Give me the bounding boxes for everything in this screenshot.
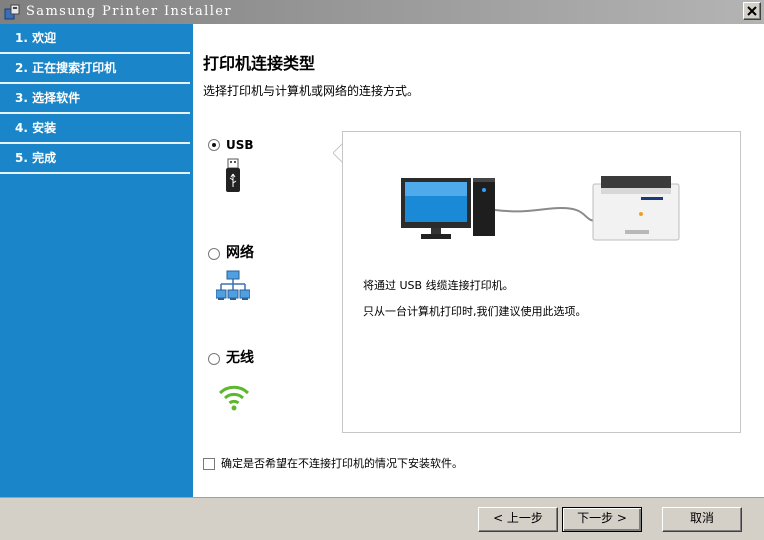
usb-icon bbox=[226, 158, 240, 192]
step-label: 2. 正在搜索打印机 bbox=[15, 61, 117, 75]
step-welcome: 1. 欢迎 bbox=[0, 24, 190, 54]
usb-radio[interactable] bbox=[208, 139, 220, 151]
step-searching-printer: 2. 正在搜索打印机 bbox=[0, 54, 190, 84]
wireless-radio[interactable] bbox=[208, 353, 220, 365]
usb-option-label: USB bbox=[226, 138, 254, 152]
wifi-icon bbox=[218, 385, 250, 411]
usb-option[interactable]: USB bbox=[208, 137, 268, 157]
network-option-label: 网络 bbox=[226, 245, 254, 261]
usb-connection-illustration bbox=[401, 176, 680, 241]
bottom-button-bar: < 上一步 下一步 > 取消 bbox=[0, 497, 764, 540]
network-icon bbox=[216, 270, 250, 300]
install-without-printer-label[interactable]: 确定是否希望在不连接打印机的情况下安装软件。 bbox=[221, 457, 463, 471]
page-subtitle: 选择打印机与计算机或网络的连接方式。 bbox=[203, 84, 420, 98]
wizard-step-sidebar: 1. 欢迎 2. 正在搜索打印机 3. 选择软件 4. 安装 5. 完成 bbox=[0, 24, 193, 497]
step-label: 3. 选择软件 bbox=[15, 91, 81, 105]
network-option[interactable]: 网络 bbox=[208, 245, 268, 266]
installer-app-icon bbox=[4, 4, 20, 20]
main-content: 打印机连接类型 选择打印机与计算机或网络的连接方式。 USB 网络 无线 将通过… bbox=[193, 24, 764, 497]
cancel-button[interactable]: 取消 bbox=[662, 507, 742, 532]
wireless-option[interactable]: 无线 bbox=[208, 350, 268, 371]
install-without-printer-checkbox[interactable] bbox=[203, 458, 215, 470]
close-button[interactable] bbox=[743, 2, 761, 20]
connection-info-panel: 将通过 USB 线缆连接打印机。 只从一台计算机打印时,我们建议使用此选项。 bbox=[342, 131, 741, 433]
title-bar: Samsung Printer Installer bbox=[0, 0, 764, 24]
wireless-option-label: 无线 bbox=[226, 350, 254, 366]
close-icon bbox=[747, 6, 757, 16]
step-label: 4. 安装 bbox=[15, 121, 57, 135]
connection-description-line2: 只从一台计算机打印时,我们建议使用此选项。 bbox=[363, 305, 587, 318]
step-select-software: 3. 选择软件 bbox=[0, 84, 190, 114]
next-button[interactable]: 下一步 > bbox=[562, 507, 642, 532]
step-install: 4. 安装 bbox=[0, 114, 190, 144]
step-label: 5. 完成 bbox=[15, 151, 57, 165]
step-finish: 5. 完成 bbox=[0, 144, 190, 174]
network-radio[interactable] bbox=[208, 248, 220, 260]
window-title: Samsung Printer Installer bbox=[26, 4, 232, 19]
step-label: 1. 欢迎 bbox=[15, 31, 57, 45]
back-button[interactable]: < 上一步 bbox=[478, 507, 558, 532]
connection-description-line1: 将通过 USB 线缆连接打印机。 bbox=[363, 279, 514, 292]
page-title: 打印机连接类型 bbox=[203, 54, 316, 73]
